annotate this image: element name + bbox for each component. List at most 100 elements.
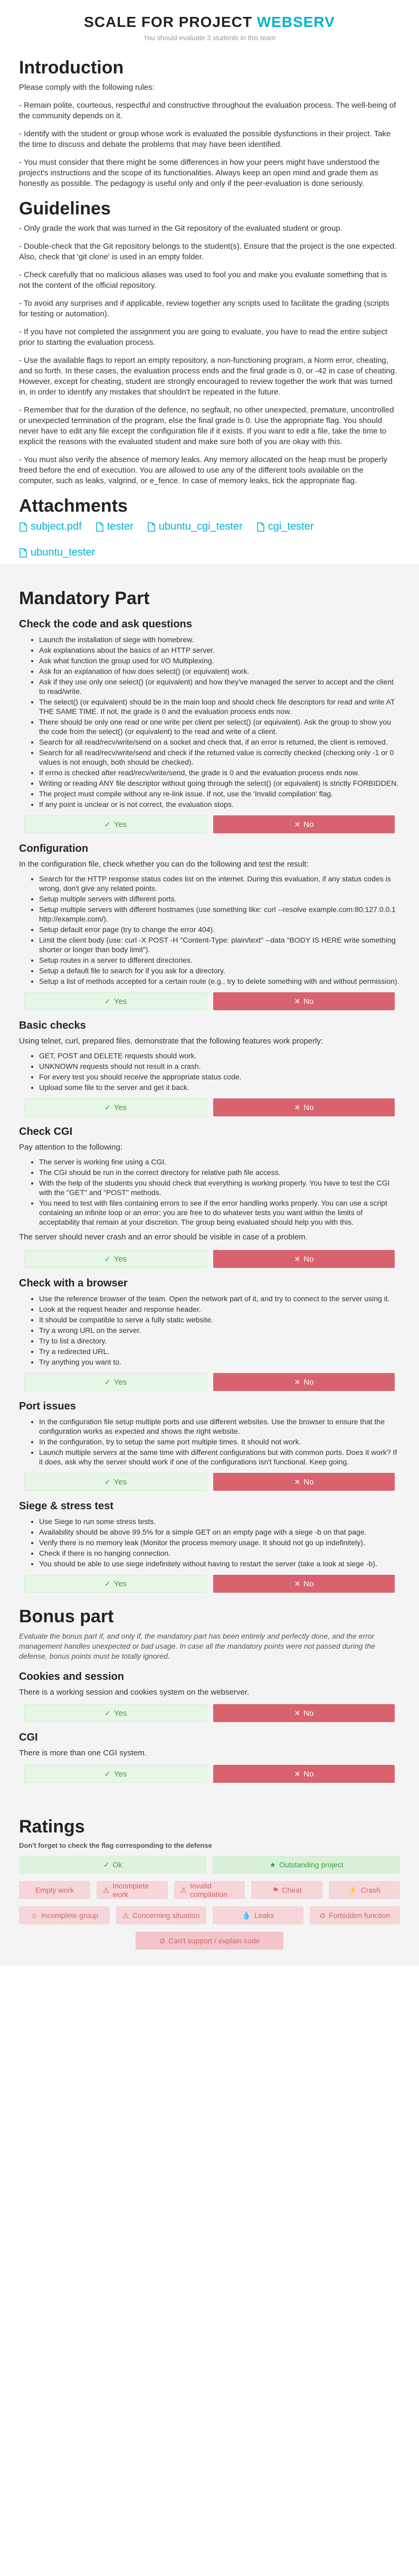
flag-label: Empty work: [35, 1886, 74, 1894]
page-header: SCALE FOR PROJECT WEBSERV You should eva…: [0, 0, 419, 48]
section-yes-no-row: ✓ Yes ✕ No: [19, 1098, 400, 1116]
checklist-item: Upload some file to the server and get i…: [39, 1083, 400, 1092]
star-icon: ★: [269, 1860, 277, 1869]
group-icon: ☺: [30, 1911, 38, 1920]
yes-button[interactable]: ✓ Yes: [24, 815, 207, 833]
yes-button[interactable]: ✓ Yes: [24, 1765, 207, 1783]
checklist-item: The project must compile without any re-…: [39, 789, 400, 798]
rating-main-row: ✓ Ok ★ Outstanding project: [19, 1856, 400, 1874]
flag-leaks-button[interactable]: 💧 Leaks: [213, 1906, 303, 1924]
flag-label: Forbidden function: [329, 1911, 391, 1920]
yes-button[interactable]: ✓ Yes: [24, 1250, 207, 1268]
file-icon: [19, 522, 27, 532]
section-title: Check with a browser: [19, 1277, 128, 1289]
checklist-item: Setup a list of methods accepted for a c…: [39, 976, 400, 986]
attachment-link[interactable]: subject.pdf: [19, 521, 82, 533]
section-yes-no-row: ✓ Yes ✕ No: [19, 815, 400, 833]
section-title: Configuration: [19, 843, 89, 854]
outstanding-label: Outstanding project: [279, 1860, 344, 1869]
checklist-item: There should be only one read or one wri…: [39, 717, 400, 736]
yes-button[interactable]: ✓ Yes: [24, 992, 207, 1010]
checklist-item: Ask for an explanation of how does selec…: [39, 666, 400, 676]
check-icon: ✓: [104, 1254, 111, 1263]
checklist-item: Look at the request header and response …: [39, 1304, 400, 1314]
mandatory-section: Check CGI Pay attention to the following:…: [19, 1126, 400, 1268]
yes-label: Yes: [113, 1579, 127, 1588]
no-button[interactable]: ✕ No: [213, 992, 395, 1010]
flag-crash-button[interactable]: ⚡ Crash: [329, 1881, 400, 1899]
section-intro: In the configuration file, check whether…: [19, 860, 309, 869]
no-button[interactable]: ✕ No: [213, 1575, 395, 1593]
flag-cant-support-button[interactable]: ⊘ Can't support / explain code: [136, 1932, 283, 1950]
ok-button[interactable]: ✓ Ok: [19, 1856, 206, 1874]
bonus-sections: Cookies and session There is a working se…: [19, 1671, 400, 1783]
section-title: Cookies and session: [19, 1671, 124, 1682]
flag-label: Leaks: [254, 1911, 274, 1920]
checklist-item: For every test you should receive the ap…: [39, 1072, 400, 1082]
attachment-link[interactable]: ubuntu_tester: [19, 547, 95, 559]
yes-button[interactable]: ✓ Yes: [24, 1373, 207, 1391]
section-outro: The server should never crash and an err…: [19, 1233, 308, 1242]
no-button[interactable]: ✕ No: [213, 1098, 395, 1116]
checklist-item: Setup routes in a server to different di…: [39, 955, 400, 965]
no-button[interactable]: ✕ No: [213, 1250, 395, 1268]
flag-label: Concerning situation: [132, 1911, 200, 1920]
flag-incomplete-group-button[interactable]: ☺ Incomplete group: [19, 1906, 110, 1924]
guideline-paragraph: - If you have not completed the assignme…: [19, 327, 387, 347]
flag-forbidden-function-button[interactable]: ⊘ Forbidden function: [309, 1906, 400, 1924]
yes-button[interactable]: ✓ Yes: [24, 1704, 207, 1722]
attachment-link[interactable]: tester: [96, 521, 134, 533]
mandatory-part: Mandatory Part Check the code and ask qu…: [19, 577, 400, 1783]
checklist-item: Try anything you want to.: [39, 1357, 400, 1367]
no-button[interactable]: ✕ No: [213, 1765, 395, 1783]
ratings-note: Don't forget to check the flag correspon…: [19, 1841, 212, 1849]
outstanding-button[interactable]: ★ Outstanding project: [213, 1856, 400, 1874]
intro-paragraph: - Remain polite, courteous, respectful a…: [19, 101, 396, 120]
section-title: Basic checks: [19, 1020, 86, 1031]
close-icon: ✕: [294, 1103, 301, 1112]
flag-incomplete-work-button[interactable]: ⚠ Incomplete work: [96, 1881, 168, 1899]
flag-invalid-compilation-button[interactable]: ⚠ Invalid compilation: [174, 1881, 245, 1899]
attachment-label: tester: [107, 521, 134, 532]
section-intro: Using telnet, curl, prepared files, demo…: [19, 1037, 323, 1046]
section-yes-no-row: ✓ Yes ✕ No: [19, 1473, 400, 1491]
checklist-item: Search for the HTTP response status code…: [39, 874, 400, 893]
mandatory-section: Configuration In the configuration file, …: [19, 843, 400, 1010]
yes-button[interactable]: ✓ Yes: [24, 1473, 207, 1491]
checklist-item: Use Siege to run some stress tests.: [39, 1517, 400, 1526]
attachment-link[interactable]: cgi_tester: [256, 521, 314, 533]
checklist-item: With the help of the students you should…: [39, 1178, 400, 1197]
flag-label: Can't support / explain code: [168, 1936, 260, 1945]
close-icon: ✕: [294, 1708, 301, 1717]
guideline-paragraph: - Double-check that the Git repository b…: [19, 242, 397, 261]
flag-row-3: ⊘ Can't support / explain code: [19, 1932, 400, 1950]
no-button[interactable]: ✕ No: [213, 1473, 395, 1491]
no-label: No: [303, 1708, 314, 1718]
flag-empty-work-button[interactable]: Empty work: [19, 1881, 90, 1899]
file-icon: [19, 548, 27, 558]
section-items: Use Siege to run some stress tests.Avail…: [39, 1517, 400, 1568]
no-button[interactable]: ✕ No: [213, 815, 395, 833]
section-title: Siege & stress test: [19, 1500, 113, 1512]
yes-button[interactable]: ✓ Yes: [24, 1098, 207, 1116]
no-button[interactable]: ✕ No: [213, 1704, 395, 1722]
introduction-heading: Introduction: [19, 58, 124, 78]
flag-cheat-button[interactable]: ⚑ Cheat: [251, 1881, 323, 1899]
attachment-link[interactable]: ubuntu_cgi_tester: [147, 521, 243, 533]
warning-icon: ⚠: [180, 1885, 187, 1894]
yes-label: Yes: [113, 820, 127, 829]
check-icon: ✓: [104, 1579, 111, 1588]
section-title: CGI: [19, 1732, 38, 1743]
yes-label: Yes: [113, 996, 127, 1006]
guideline-paragraph: - Check carefully that no malicious alia…: [19, 270, 387, 290]
checklist-item: Try a redirected URL.: [39, 1347, 400, 1356]
yes-button[interactable]: ✓ Yes: [24, 1575, 207, 1593]
checklist-item: Try to list a directory.: [39, 1336, 400, 1346]
section-text: There is more than one CGI system.: [19, 1748, 147, 1757]
flag-label: Crash: [360, 1886, 380, 1894]
flag-concerning-situation-button[interactable]: ⚠ Concerning situation: [116, 1906, 206, 1924]
checklist-item: Try a wrong URL on the server.: [39, 1325, 400, 1335]
file-icon: [96, 522, 104, 532]
no-button[interactable]: ✕ No: [213, 1373, 395, 1391]
flag-label: Invalid compilation: [190, 1882, 227, 1898]
